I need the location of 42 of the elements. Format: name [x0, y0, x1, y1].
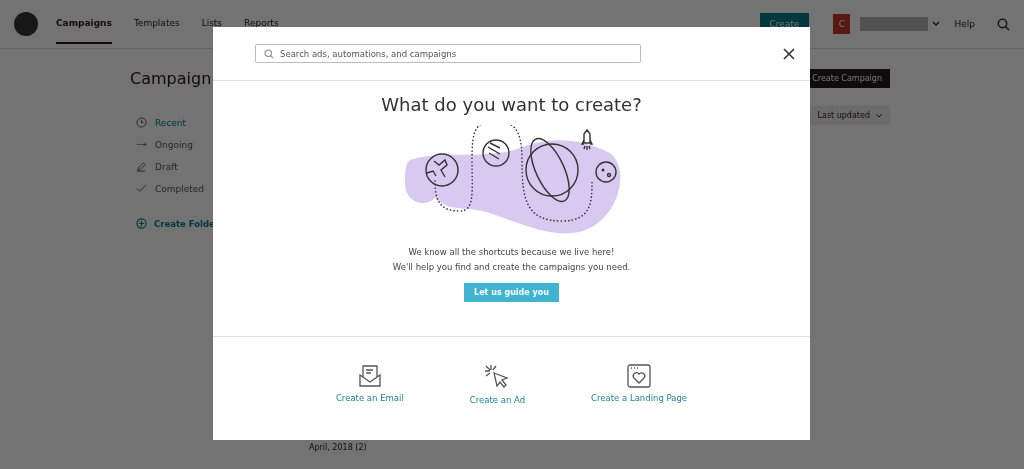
sidebar-label: Draft: [155, 161, 178, 172]
check-icon: [136, 183, 147, 194]
create-folder-label: Create Folde: [154, 218, 215, 229]
description-text: We'll help you find and create the campaigns you need.: [392, 261, 631, 274]
sort-dropdown[interactable]: Last updated: [809, 106, 890, 125]
guide-button[interactable]: Let us guide you: [464, 283, 559, 302]
pencil-icon: [136, 161, 147, 172]
caret-icon[interactable]: [932, 21, 941, 27]
sidebar-label: Ongoing: [155, 139, 193, 150]
sidebar-label: Recent: [155, 117, 187, 128]
option-label: Create an Ad: [469, 395, 526, 405]
description-text: We know all the shortcuts because we live here!: [408, 246, 615, 259]
option-label: Create a Landing Page: [591, 393, 688, 403]
close-button[interactable]: [782, 46, 796, 61]
create-option[interactable]: Create an Ad: [469, 364, 526, 405]
plus-circle-icon: [136, 218, 147, 229]
create-option[interactable]: Create an Email: [335, 364, 404, 405]
create-option[interactable]: Create a Landing Page: [591, 364, 688, 405]
nav-tab[interactable]: Campaigns: [56, 4, 112, 44]
cursor-click-icon: [484, 364, 511, 390]
search-icon[interactable]: [997, 17, 1010, 31]
chevron-icon: [876, 113, 882, 118]
envelope-icon: [357, 364, 382, 388]
sidebar-label: Completed: [155, 183, 205, 194]
avatar[interactable]: C: [833, 14, 851, 34]
option-label: Create an Email: [335, 393, 404, 403]
sidebar-item[interactable]: Ongoing: [136, 138, 219, 151]
sidebar-item[interactable]: Completed: [136, 182, 219, 195]
search-icon: [264, 48, 274, 59]
month-group-heading: April, 2018 (2): [309, 443, 368, 452]
sidebar-item[interactable]: Draft: [136, 160, 219, 173]
arrow-icon: [136, 139, 147, 150]
clock-icon: [136, 117, 147, 128]
page-title: Campaign: [130, 69, 212, 88]
nav-tab[interactable]: Templates: [133, 4, 180, 44]
dialog-title: What do you want to create?: [381, 94, 642, 115]
sidebar-item[interactable]: Recent: [136, 116, 219, 129]
help-link[interactable]: Help: [954, 19, 975, 29]
create-folder-link[interactable]: Create Folde: [136, 218, 219, 229]
logo-icon[interactable]: [14, 12, 38, 36]
nav-tab[interactable]: Lists: [201, 4, 223, 44]
search-field[interactable]: Search ads, automations, and campaigns: [255, 44, 641, 63]
